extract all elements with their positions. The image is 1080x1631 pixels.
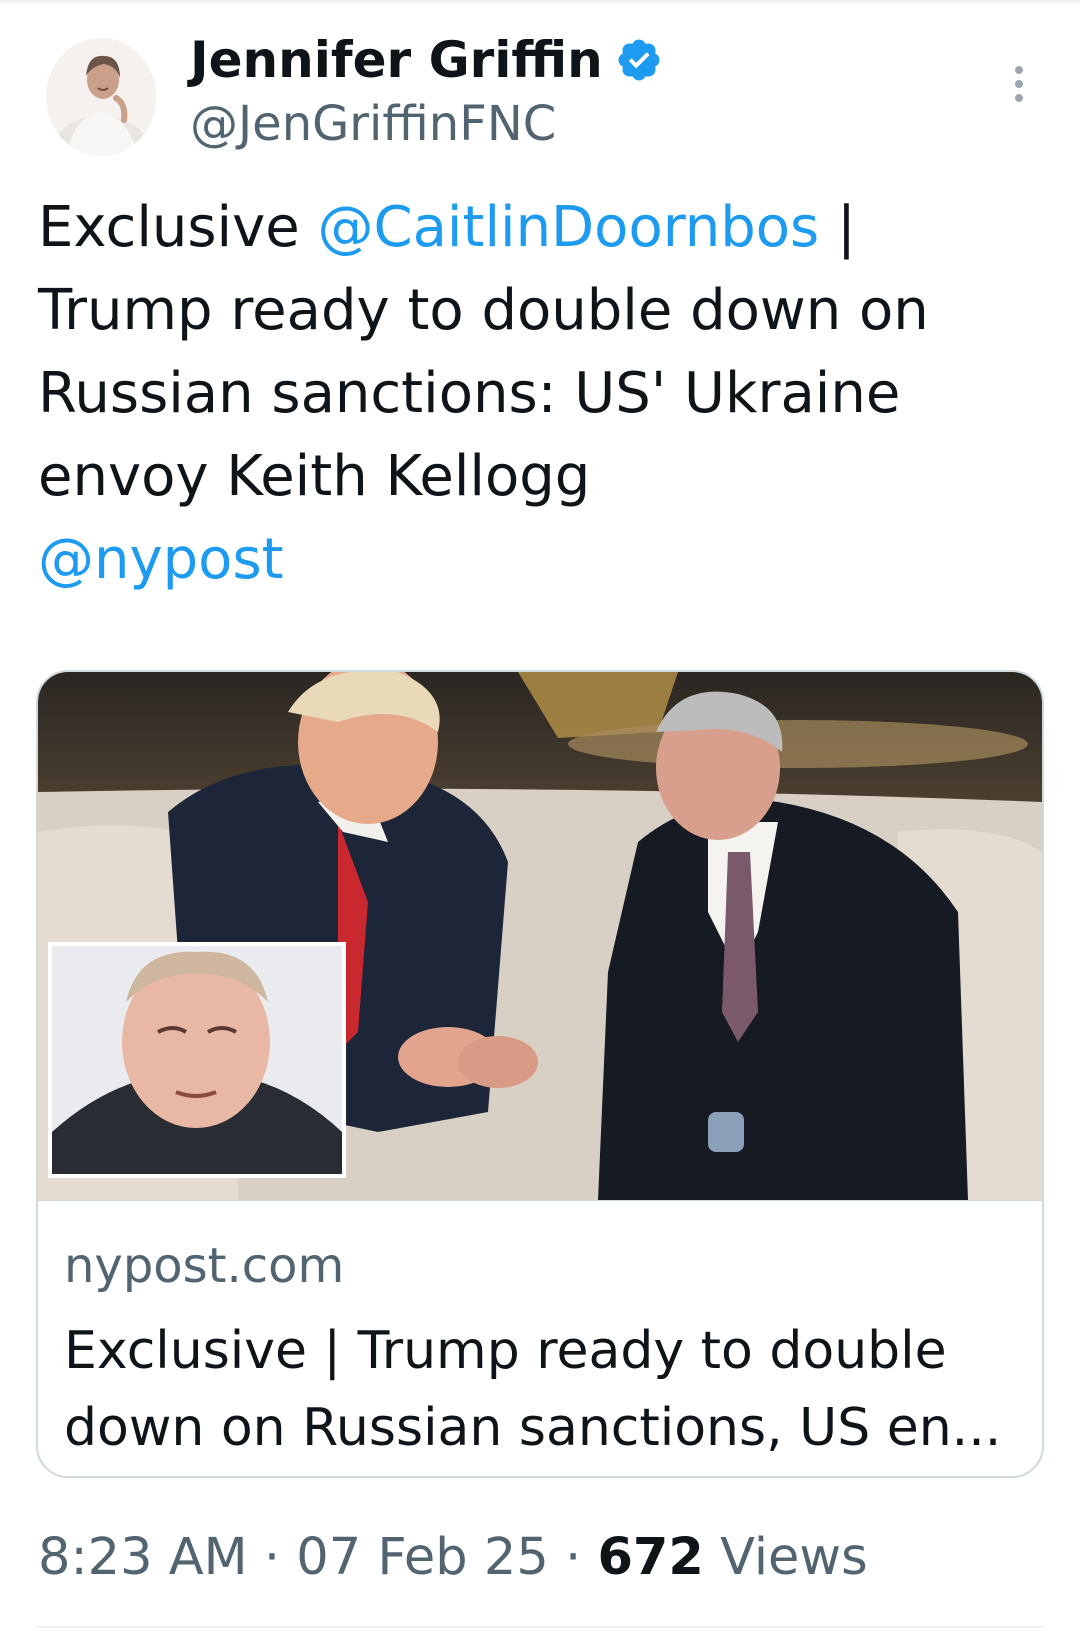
bottom-divider [36, 1626, 1044, 1628]
mention-link-caitlin[interactable]: @CaitlinDoornbos [318, 195, 820, 260]
card-title: Exclusive | Trump ready to double down o… [64, 1321, 1002, 1458]
card-domain: nypost.com [64, 1238, 345, 1294]
author-handle[interactable]: @JenGriffinFNC [190, 94, 556, 154]
tweet-time[interactable]: 8:23 AM [38, 1528, 248, 1587]
mention-link-nypost[interactable]: @nypost [38, 527, 284, 592]
verified-badge-icon [618, 39, 660, 81]
author-display-name[interactable]: Jennifer Griffin [190, 30, 663, 90]
views-count[interactable]: 672 [597, 1528, 703, 1587]
top-divider [0, 0, 1080, 3]
tweet-text: Exclusive @CaitlinDoornbos | Trump ready… [38, 186, 1048, 601]
more-options-button[interactable] [1003, 62, 1035, 110]
card-image [38, 672, 1042, 1200]
link-preview-card[interactable]: nypost.com Exclusive | Trump ready to do… [36, 670, 1044, 1478]
tweet-date[interactable]: 07 Feb 25 [296, 1528, 549, 1587]
author-name-text: Jennifer Griffin [190, 31, 603, 89]
views-label: Views [703, 1528, 868, 1587]
meta-separator: · [548, 1528, 598, 1587]
card-meta: nypost.com Exclusive | Trump ready to do… [38, 1200, 1042, 1476]
meta-separator: · [247, 1528, 297, 1587]
tweet-meta: 8:23 AM · 07 Feb 25 · 672 Views [38, 1526, 868, 1590]
more-vertical-icon [1015, 66, 1023, 102]
author-avatar[interactable] [46, 38, 156, 156]
tweet-lead: Exclusive [38, 195, 318, 260]
avatar-photo [46, 38, 156, 156]
